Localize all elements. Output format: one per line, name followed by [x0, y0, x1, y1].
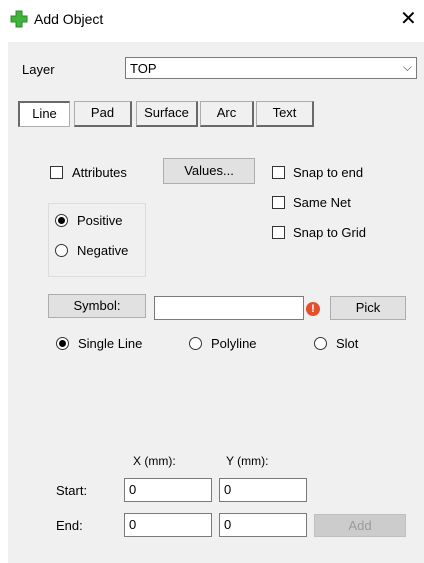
chevron-down-icon: ⌵ [402, 60, 412, 74]
layer-dropdown[interactable]: TOP ⌵ [125, 57, 417, 79]
tab-surface[interactable]: Surface [136, 101, 198, 127]
end-x-value: 0 [129, 517, 137, 532]
positive-label: Positive [77, 213, 123, 228]
slot-radio[interactable] [314, 337, 327, 350]
window-title: Add Object [34, 11, 104, 27]
start-label: Start: [56, 483, 88, 498]
tab-line[interactable]: Line [18, 101, 70, 127]
snap-to-end-checkbox[interactable] [272, 166, 285, 179]
layer-label: Layer [22, 62, 55, 77]
negative-label: Negative [77, 243, 129, 258]
pick-button[interactable]: Pick [330, 296, 406, 320]
start-x-input[interactable]: 0 [124, 478, 212, 502]
attributes-checkbox[interactable] [50, 166, 63, 179]
snap-to-end-label: Snap to end [293, 165, 364, 180]
start-y-value: 0 [224, 482, 232, 497]
close-icon[interactable]: ✕ [400, 9, 417, 29]
slot-label: Slot [336, 336, 359, 351]
polyline-radio[interactable] [189, 337, 202, 350]
layer-value: TOP [130, 61, 157, 76]
same-net-checkbox[interactable] [272, 196, 285, 209]
polyline-label: Polyline [211, 336, 257, 351]
symbol-input[interactable] [154, 296, 304, 320]
same-net-label: Same Net [293, 195, 351, 210]
snap-to-grid-checkbox[interactable] [272, 226, 285, 239]
green-plus-icon [10, 10, 28, 28]
warning-icon: ! [306, 302, 320, 316]
start-y-input[interactable]: 0 [219, 478, 307, 502]
end-y-input[interactable]: 0 [219, 513, 307, 537]
negative-radio[interactable] [55, 244, 68, 257]
tab-text[interactable]: Text [256, 101, 314, 127]
start-x-value: 0 [129, 482, 137, 497]
tab-arc[interactable]: Arc [200, 101, 254, 127]
add-button[interactable]: Add [314, 514, 406, 537]
tab-pad[interactable]: Pad [74, 101, 132, 127]
single-line-label: Single Line [78, 336, 143, 351]
attributes-label: Attributes [72, 165, 127, 180]
symbol-button[interactable]: Symbol: [48, 294, 146, 318]
end-x-input[interactable]: 0 [124, 513, 212, 537]
end-label: End: [56, 518, 83, 533]
end-y-value: 0 [224, 517, 232, 532]
title-bar: Add Object ✕ [0, 0, 424, 42]
y-header: Y (mm): [226, 454, 269, 468]
single-line-radio[interactable] [56, 337, 69, 350]
x-header: X (mm): [133, 454, 176, 468]
snap-to-grid-label: Snap to Grid [293, 225, 366, 240]
positive-radio[interactable] [55, 214, 68, 227]
values-button[interactable]: Values... [163, 158, 255, 184]
